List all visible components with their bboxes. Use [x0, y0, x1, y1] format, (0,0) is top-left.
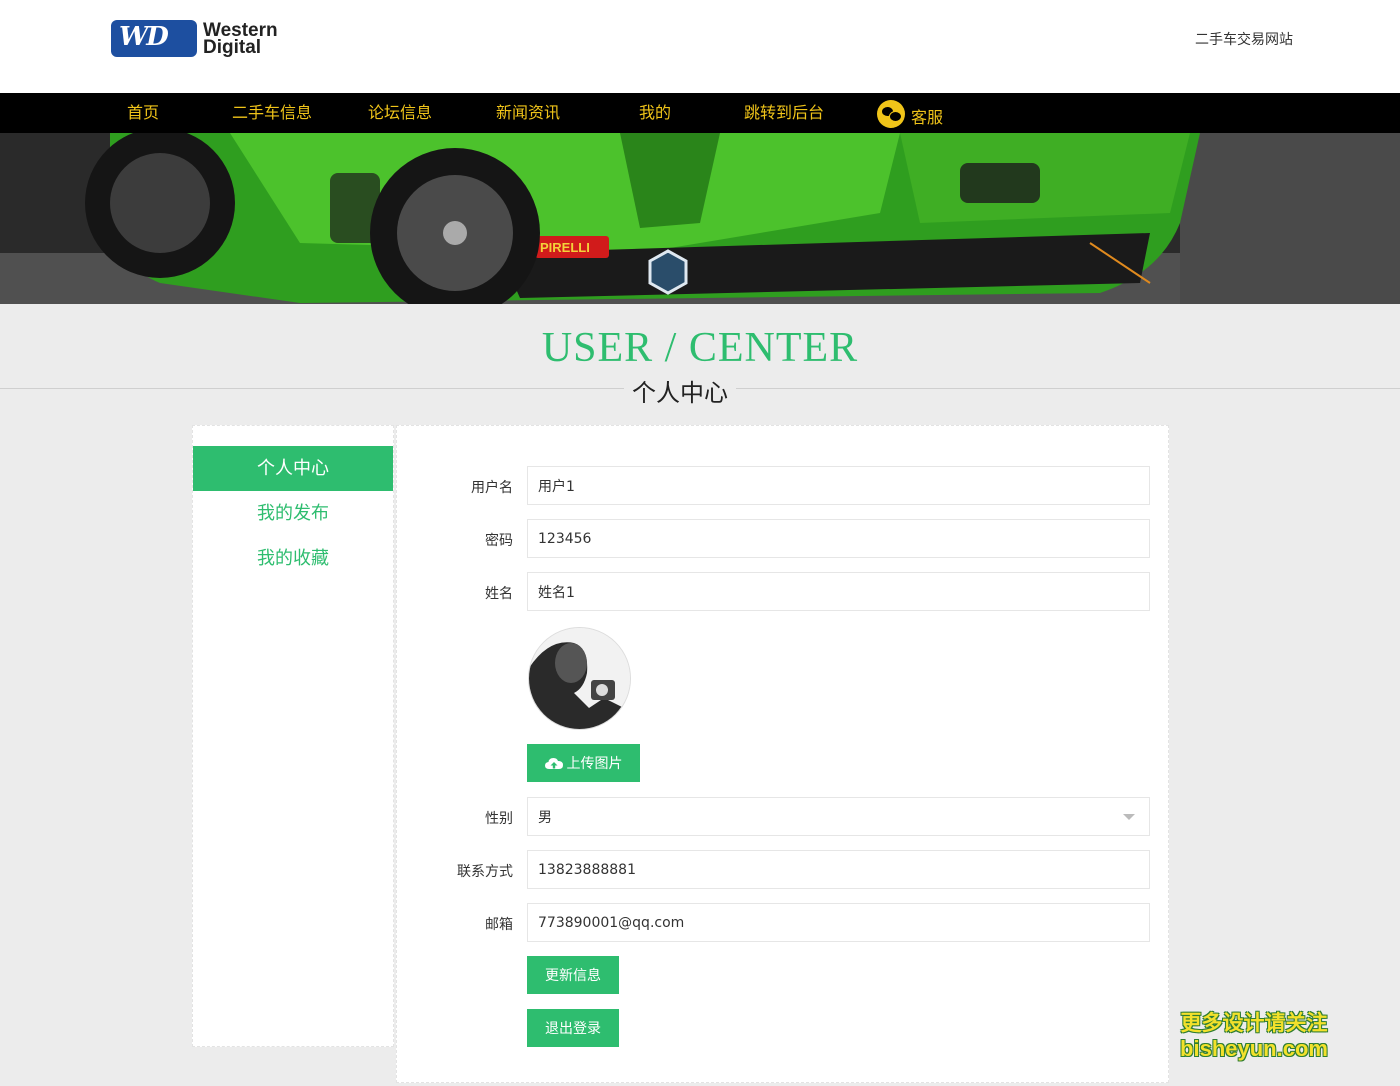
avatar — [528, 627, 631, 730]
email-input[interactable] — [527, 903, 1150, 942]
username-input[interactable] — [527, 466, 1150, 505]
upload-image-button[interactable]: 上传图片 — [527, 744, 640, 782]
gender-value: 男 — [538, 809, 552, 826]
sidebar-item-my-posts[interactable]: 我的发布 — [193, 491, 393, 536]
chevron-down-icon — [1123, 813, 1135, 820]
logo-badge: WD — [111, 20, 197, 57]
phone-label: 联系方式 — [457, 864, 513, 880]
brand-logo[interactable]: WD Western Digital — [111, 20, 278, 57]
nav-used-cars[interactable]: 二手车信息 — [232, 93, 312, 133]
customer-service-label: 客服 — [911, 108, 944, 127]
nav-news[interactable]: 新闻资讯 — [496, 93, 560, 133]
email-label: 邮箱 — [485, 917, 513, 933]
svg-text:PIRELLI: PIRELLI — [540, 240, 590, 255]
gender-select[interactable]: 男 — [527, 797, 1150, 836]
password-input[interactable] — [527, 519, 1150, 558]
user-sidebar: 个人中心 我的发布 我的收藏 — [192, 425, 394, 1047]
name-label: 姓名 — [485, 586, 513, 602]
site-name: 二手车交易网站 — [1195, 32, 1293, 48]
nav-mine[interactable]: 我的 — [639, 93, 671, 133]
logo-wordmark: Western Digital — [203, 19, 278, 58]
profile-form-panel: 用户名 密码 姓名 上传图片 性别 男 联系方式 邮箱 更新信息 退出登录 — [396, 425, 1169, 1083]
upload-label: 上传图片 — [566, 756, 623, 772]
cloud-upload-icon — [544, 758, 563, 769]
username-label: 用户名 — [471, 480, 513, 496]
banner-image: PIRELLI — [0, 133, 1400, 304]
phone-input[interactable] — [527, 850, 1150, 889]
main-nav: 首页 二手车信息 论坛信息 新闻资讯 我的 跳转到后台 客服 — [0, 93, 1400, 133]
name-input[interactable] — [527, 572, 1150, 611]
page-title-en: USER / CENTER — [541, 325, 859, 371]
watermark: 更多设计请关注 bisheyun.com — [1180, 1011, 1328, 1061]
password-label: 密码 — [485, 533, 513, 549]
update-info-button[interactable]: 更新信息 — [527, 956, 619, 994]
nav-customer-service[interactable]: 客服 — [877, 93, 943, 133]
site-header: WD Western Digital 二手车交易网站 — [0, 0, 1400, 93]
nav-forum[interactable]: 论坛信息 — [368, 93, 432, 133]
sidebar-item-profile[interactable]: 个人中心 — [193, 446, 393, 491]
nav-admin[interactable]: 跳转到后台 — [744, 93, 824, 133]
logout-button[interactable]: 退出登录 — [527, 1009, 619, 1047]
wechat-icon — [877, 100, 905, 128]
page-title-cn: 个人中心 — [624, 373, 736, 408]
gender-label: 性别 — [485, 811, 513, 827]
nav-home[interactable]: 首页 — [127, 93, 159, 133]
sidebar-item-favorites[interactable]: 我的收藏 — [193, 536, 393, 581]
